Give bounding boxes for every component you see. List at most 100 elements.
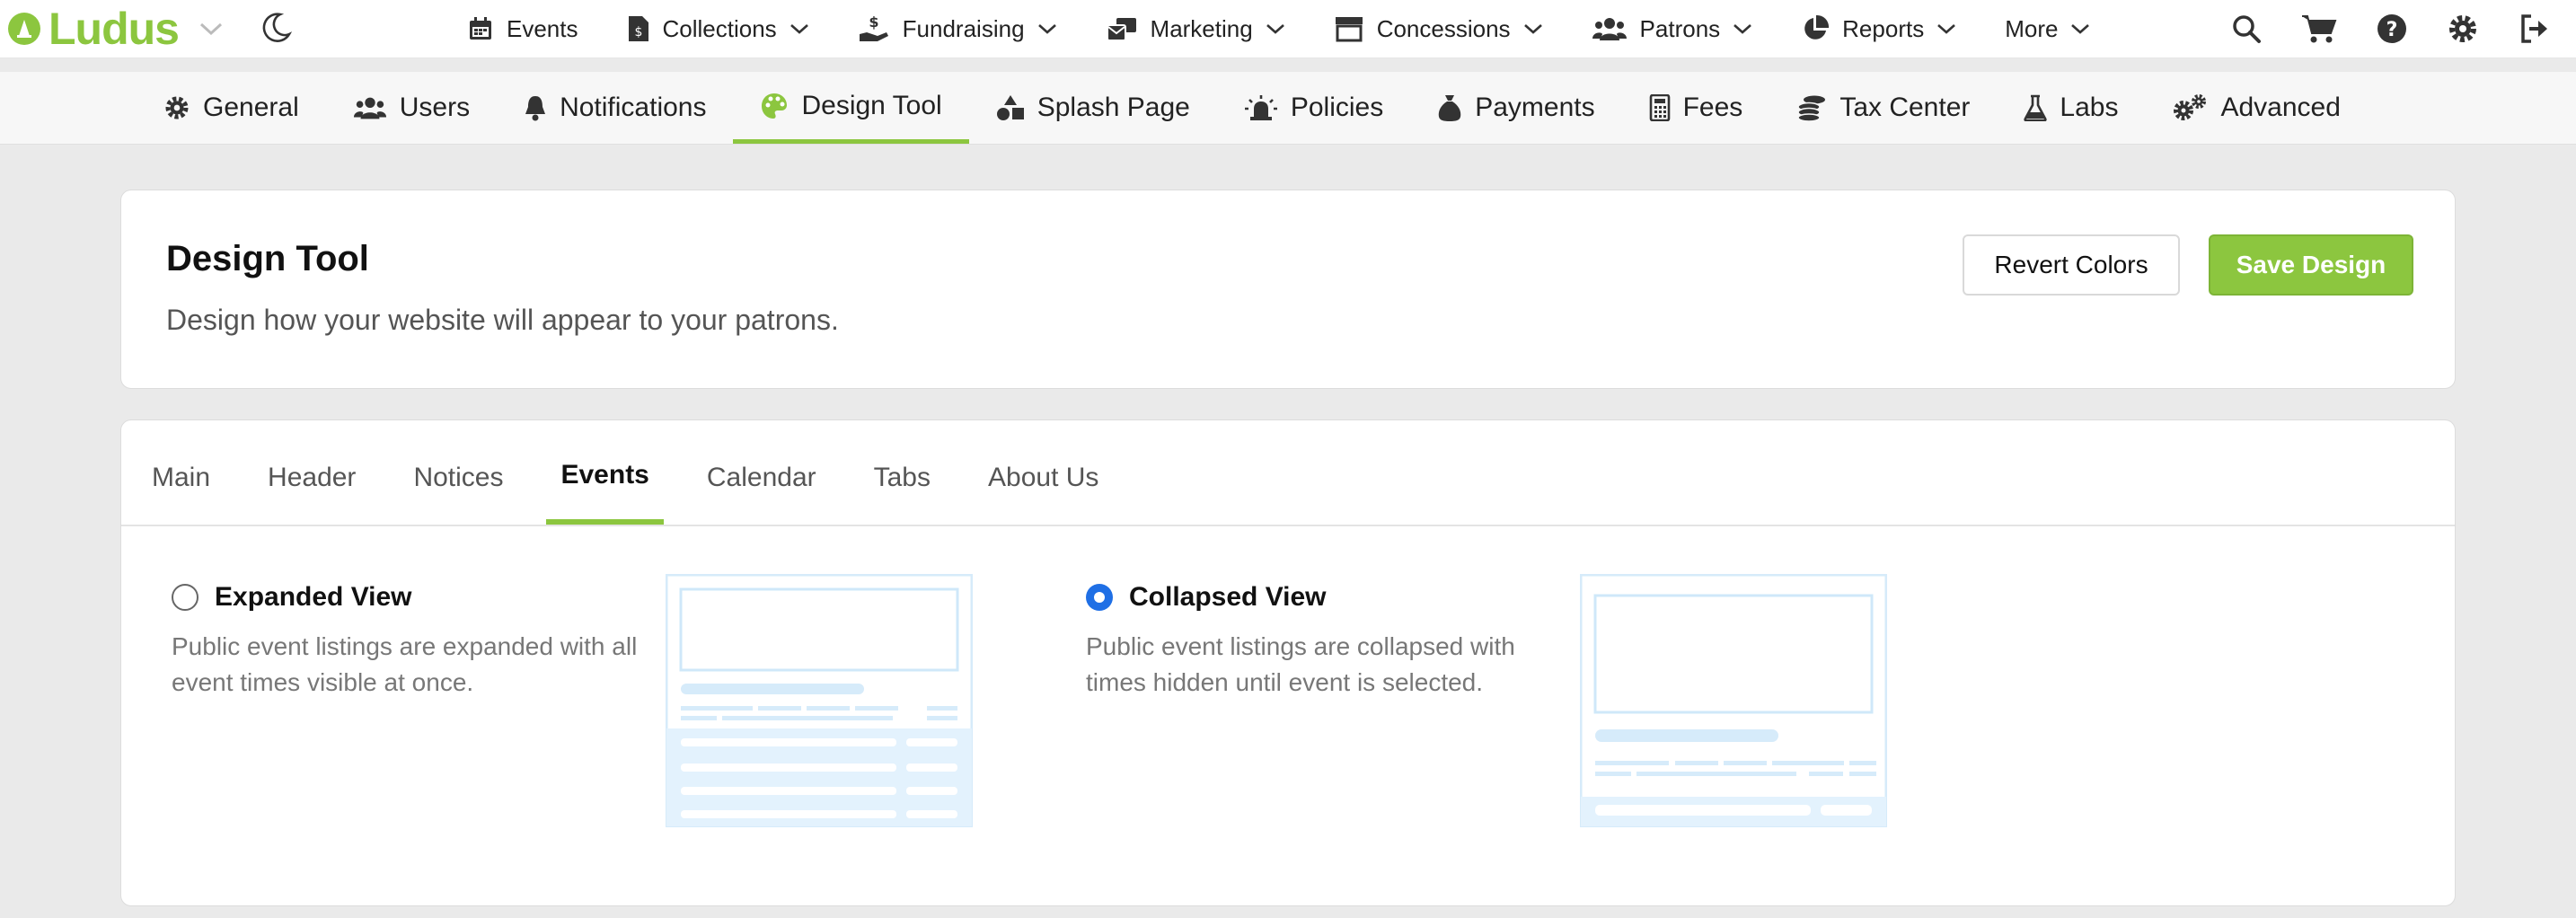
- ludus-logo-icon: [8, 13, 40, 45]
- design-tool-header-card: Design Tool Design how your website will…: [120, 190, 2456, 389]
- nav-concessions-label: Concessions: [1376, 14, 1511, 42]
- tab-splash-page-label: Splash Page: [1037, 93, 1190, 122]
- expanded-view-radio[interactable]: [172, 584, 198, 611]
- chevron-down-icon: [1266, 24, 1284, 34]
- tab-design-tool[interactable]: Design Tool: [733, 72, 969, 144]
- collapsed-view-radio[interactable]: [1086, 584, 1113, 611]
- help-icon[interactable]: ?: [2377, 13, 2407, 44]
- tab-advanced[interactable]: Advanced: [2145, 72, 2367, 144]
- page-subtitle: Design how your website will appear to y…: [166, 304, 839, 336]
- nav-fundraising[interactable]: $ Fundraising: [858, 14, 1057, 43]
- expanded-view-title: Expanded View: [215, 582, 412, 612]
- nav-marketing[interactable]: Marketing: [1106, 15, 1285, 43]
- flask-icon: [2024, 94, 2048, 121]
- gear-icon[interactable]: [2447, 13, 2479, 45]
- top-icons: ?: [2231, 0, 2551, 57]
- page-title: Design Tool: [166, 239, 369, 278]
- chevron-down-icon[interactable]: [198, 20, 224, 38]
- chevron-down-icon: [1937, 24, 1956, 34]
- shapes-icon: [996, 95, 1024, 120]
- palette-icon: [762, 93, 788, 119]
- tab-general-label: General: [203, 93, 299, 122]
- nav-events-label: Events: [507, 14, 578, 42]
- calendar-icon: [470, 17, 491, 40]
- tab-general[interactable]: General: [163, 72, 326, 144]
- nav-collections-label: Collections: [662, 14, 777, 42]
- top-nav: Events $ Collections $ Fundraising Marke…: [467, 0, 2090, 57]
- chevron-down-icon: [2071, 24, 2090, 34]
- svg-text:?: ?: [2386, 19, 2398, 41]
- bell-icon: [525, 96, 546, 121]
- moon-icon[interactable]: [259, 11, 293, 45]
- cart-icon[interactable]: [2301, 13, 2337, 44]
- expanded-view-option[interactable]: Expanded View Public event listings are …: [172, 582, 657, 701]
- nav-patrons[interactable]: Patrons: [1592, 15, 1753, 43]
- tab-payments-label: Payments: [1475, 93, 1595, 122]
- store-icon: [1335, 17, 1363, 42]
- settings-subnav: General Users Notifications Design Tool …: [0, 72, 2576, 145]
- chevron-down-icon: [790, 24, 808, 34]
- tab-tax-center[interactable]: Tax Center: [1769, 72, 1997, 144]
- nav-patrons-label: Patrons: [1639, 14, 1721, 42]
- nav-marketing-label: Marketing: [1150, 14, 1253, 42]
- coins-icon: [1797, 95, 1826, 121]
- logo[interactable]: Ludus: [7, 4, 224, 54]
- save-design-button[interactable]: Save Design: [2209, 234, 2413, 296]
- collapsed-view-description: Public event listings are collapsed with…: [1086, 632, 1515, 696]
- nav-events[interactable]: Events: [467, 15, 578, 43]
- nav-more[interactable]: More: [2005, 15, 2090, 43]
- tab-users-label: Users: [399, 93, 471, 122]
- donation-file-icon: $: [628, 16, 648, 41]
- design-tab-main[interactable]: Main: [137, 420, 225, 525]
- users-icon: [353, 97, 386, 119]
- tab-policies-label: Policies: [1290, 93, 1384, 122]
- design-settings-card: Main Header Notices Events Calendar Tabs…: [120, 419, 2456, 906]
- sign-out-icon[interactable]: [2519, 13, 2551, 44]
- expanded-view-description: Public event listings are expanded with …: [172, 632, 638, 696]
- svg-text:$: $: [634, 25, 642, 40]
- nav-reports-label: Reports: [1842, 14, 1925, 42]
- design-tab-about-us[interactable]: About Us: [974, 420, 1113, 525]
- tab-fees[interactable]: Fees: [1622, 72, 1770, 144]
- tab-fees-label: Fees: [1682, 93, 1743, 122]
- hand-money-icon: $: [859, 14, 888, 41]
- tab-notifications-label: Notifications: [560, 93, 707, 122]
- collapsed-view-title: Collapsed View: [1129, 582, 1327, 612]
- nav-reports[interactable]: Reports: [1801, 14, 1956, 43]
- tab-tax-center-label: Tax Center: [1839, 93, 1971, 122]
- tab-policies[interactable]: Policies: [1217, 72, 1410, 144]
- collapsed-view-preview[interactable]: [1580, 574, 1887, 827]
- gears-icon: [2174, 94, 2207, 120]
- chevron-down-icon: [1734, 24, 1752, 34]
- design-tab-tabs[interactable]: Tabs: [860, 420, 945, 525]
- design-tab-notices[interactable]: Notices: [399, 420, 517, 525]
- siren-icon: [1244, 95, 1277, 120]
- tab-splash-page[interactable]: Splash Page: [969, 72, 1217, 144]
- design-tab-calendar[interactable]: Calendar: [693, 420, 831, 525]
- design-tab-header[interactable]: Header: [253, 420, 370, 525]
- svg-text:$: $: [869, 14, 878, 31]
- gear-icon: [165, 96, 189, 119]
- top-bar: Ludus Events $ Collections $ Fundraising…: [0, 0, 2576, 57]
- collapsed-view-option[interactable]: Collapsed View Public event listings are…: [1086, 582, 1553, 701]
- revert-colors-button[interactable]: Revert Colors: [1963, 234, 2180, 296]
- tab-labs[interactable]: Labs: [1997, 72, 2145, 144]
- tab-users[interactable]: Users: [326, 72, 497, 144]
- chevron-down-icon: [1037, 24, 1056, 34]
- expanded-view-preview[interactable]: [666, 574, 973, 827]
- users-icon: [1592, 18, 1627, 40]
- tab-advanced-label: Advanced: [2220, 93, 2341, 122]
- nav-more-label: More: [2005, 14, 2059, 42]
- brand-name: Ludus: [49, 4, 180, 54]
- nav-concessions[interactable]: Concessions: [1334, 15, 1543, 43]
- money-bag-icon: [1438, 95, 1461, 121]
- tab-payments[interactable]: Payments: [1410, 72, 1621, 144]
- tab-notifications[interactable]: Notifications: [497, 72, 733, 144]
- tab-design-tool-label: Design Tool: [801, 90, 942, 120]
- chevron-down-icon: [1523, 24, 1542, 34]
- design-tabs: Main Header Notices Events Calendar Tabs…: [121, 420, 2455, 526]
- design-tab-events[interactable]: Events: [546, 420, 664, 525]
- mail-bulk-icon: [1106, 18, 1136, 41]
- search-icon[interactable]: [2231, 13, 2262, 44]
- nav-collections[interactable]: $ Collections: [627, 14, 809, 43]
